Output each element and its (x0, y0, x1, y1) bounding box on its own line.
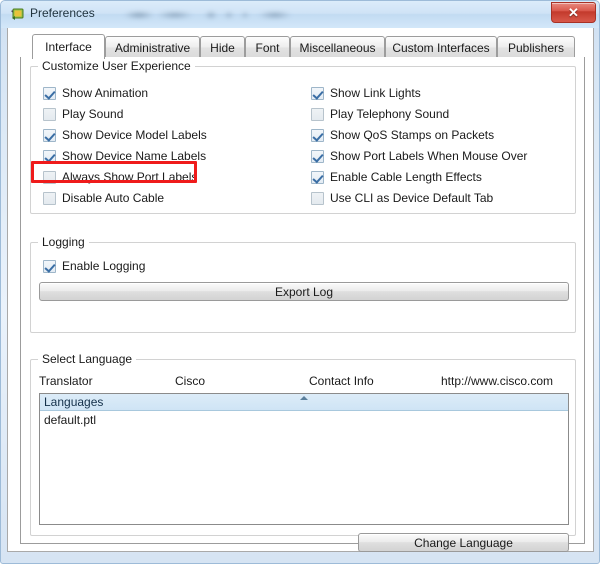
checkbox-label: Show Port Labels When Mouse Over (330, 149, 528, 163)
preferences-window: Preferences ✕ Interface Administrative H… (0, 0, 600, 564)
language-header-translator: Translator (39, 374, 93, 388)
checkbox-play-telephony-sound[interactable]: Play Telephony Sound (311, 106, 449, 123)
tab-label: Hide (210, 40, 235, 55)
checkbox-show-link-lights[interactable]: Show Link Lights (311, 85, 421, 102)
checkbox-show-qos-stamps-on-packets[interactable]: Show QoS Stamps on Packets (311, 127, 494, 144)
language-header-website: http://www.cisco.com (441, 374, 554, 388)
tab-label: Custom Interfaces (392, 40, 490, 55)
group-title-select-language: Select Language (38, 352, 137, 366)
checkbox-label: Show Animation (62, 86, 149, 100)
checkbox-label: Enable Logging (62, 259, 146, 273)
checkbox-indicator (311, 150, 324, 163)
checkbox-show-animation[interactable]: Show Animation (43, 85, 148, 102)
window-client-area: Interface Administrative Hide Font Misce… (7, 28, 594, 552)
checkbox-indicator (43, 108, 56, 121)
checkbox-disable-auto-cable[interactable]: Disable Auto Cable (43, 190, 164, 207)
select-language-group: Select Language Translator Cisco Contact… (30, 352, 576, 552)
tab-label: Interface (45, 40, 92, 54)
checkbox-label: Show Device Model Labels (62, 128, 207, 142)
sort-ascending-icon (300, 396, 308, 400)
button-label: Export Log (274, 284, 334, 299)
checkbox-enable-logging[interactable]: Enable Logging (43, 258, 145, 275)
button-label: Change Language (414, 535, 513, 550)
tab-bar: Interface Administrative Hide Font Misce… (20, 34, 585, 59)
checkbox-indicator (311, 171, 324, 184)
checkbox-indicator (43, 150, 56, 163)
checkbox-always-show-port-labels[interactable]: Always Show Port Labels (43, 169, 197, 186)
tab-administrative[interactable]: Administrative (105, 36, 200, 58)
checkbox-indicator (311, 192, 324, 205)
customize-user-experience-group: Customize User Experience Show Animation… (30, 59, 576, 214)
group-title-logging: Logging (38, 235, 89, 249)
checkbox-indicator (311, 87, 324, 100)
tab-font[interactable]: Font (245, 36, 290, 58)
tab-label: Publishers (507, 40, 565, 55)
checkbox-play-sound[interactable]: Play Sound (43, 106, 123, 123)
tab-label: Font (255, 40, 280, 55)
close-icon: ✕ (568, 5, 579, 20)
tab-miscellaneous[interactable]: Miscellaneous (290, 36, 385, 58)
language-header-contact-info: Contact Info (309, 374, 374, 388)
checkbox-show-device-name-labels[interactable]: Show Device Name Labels (43, 148, 206, 165)
checkbox-label: Show QoS Stamps on Packets (330, 128, 495, 142)
interface-tab-panel: Customize User Experience Show Animation… (20, 57, 585, 552)
language-listbox[interactable]: Languages default.ptl (39, 393, 569, 525)
tab-interface[interactable]: Interface (32, 34, 105, 59)
checkbox-show-port-labels-when-mouse-over[interactable]: Show Port Labels When Mouse Over (311, 148, 527, 165)
language-column-header-label: Languages (44, 395, 104, 409)
tab-custom-interfaces[interactable]: Custom Interfaces (385, 36, 497, 58)
checkbox-indicator (43, 87, 56, 100)
checkbox-indicator (43, 260, 56, 273)
group-title-customize: Customize User Experience (38, 59, 195, 73)
tab-label: Administrative (114, 40, 191, 55)
checkbox-label: Play Telephony Sound (330, 107, 450, 121)
language-column-header[interactable]: Languages (40, 394, 568, 411)
checkbox-indicator (311, 129, 324, 142)
logging-group: Logging Enable Logging Export Log (30, 235, 576, 333)
checkbox-indicator (43, 171, 56, 184)
close-button[interactable]: ✕ (551, 2, 596, 23)
checkbox-show-device-model-labels[interactable]: Show Device Model Labels (43, 127, 207, 144)
checkbox-label: Play Sound (62, 107, 124, 121)
checkbox-indicator (311, 108, 324, 121)
checkbox-label: Show Device Name Labels (62, 149, 207, 163)
checkbox-label: Disable Auto Cable (62, 191, 165, 205)
dialog-body: Interface Administrative Hide Font Misce… (12, 30, 590, 552)
title-bar[interactable]: Preferences ✕ (1, 1, 599, 28)
checkbox-label: Use CLI as Device Default Tab (330, 191, 494, 205)
app-icon (10, 7, 25, 22)
language-header-cisco: Cisco (175, 374, 206, 388)
tab-label: Miscellaneous (299, 40, 376, 55)
window-title: Preferences (30, 6, 95, 20)
checkbox-label: Show Link Lights (330, 86, 421, 100)
tab-publishers[interactable]: Publishers (497, 36, 575, 58)
checkbox-enable-cable-length-effects[interactable]: Enable Cable Length Effects (311, 169, 482, 186)
checkbox-use-cli-as-device-default-tab[interactable]: Use CLI as Device Default Tab (311, 190, 493, 207)
list-item[interactable]: default.ptl (40, 411, 568, 428)
checkbox-indicator (43, 129, 56, 142)
export-log-button[interactable]: Export Log (39, 282, 569, 301)
checkbox-label: Always Show Port Labels (62, 170, 198, 184)
checkbox-label: Enable Cable Length Effects (330, 170, 482, 184)
list-item-label: default.ptl (44, 412, 97, 427)
change-language-button[interactable]: Change Language (358, 533, 569, 552)
checkbox-indicator (43, 192, 56, 205)
redacted-title-text (123, 7, 305, 22)
tab-hide[interactable]: Hide (200, 36, 245, 58)
